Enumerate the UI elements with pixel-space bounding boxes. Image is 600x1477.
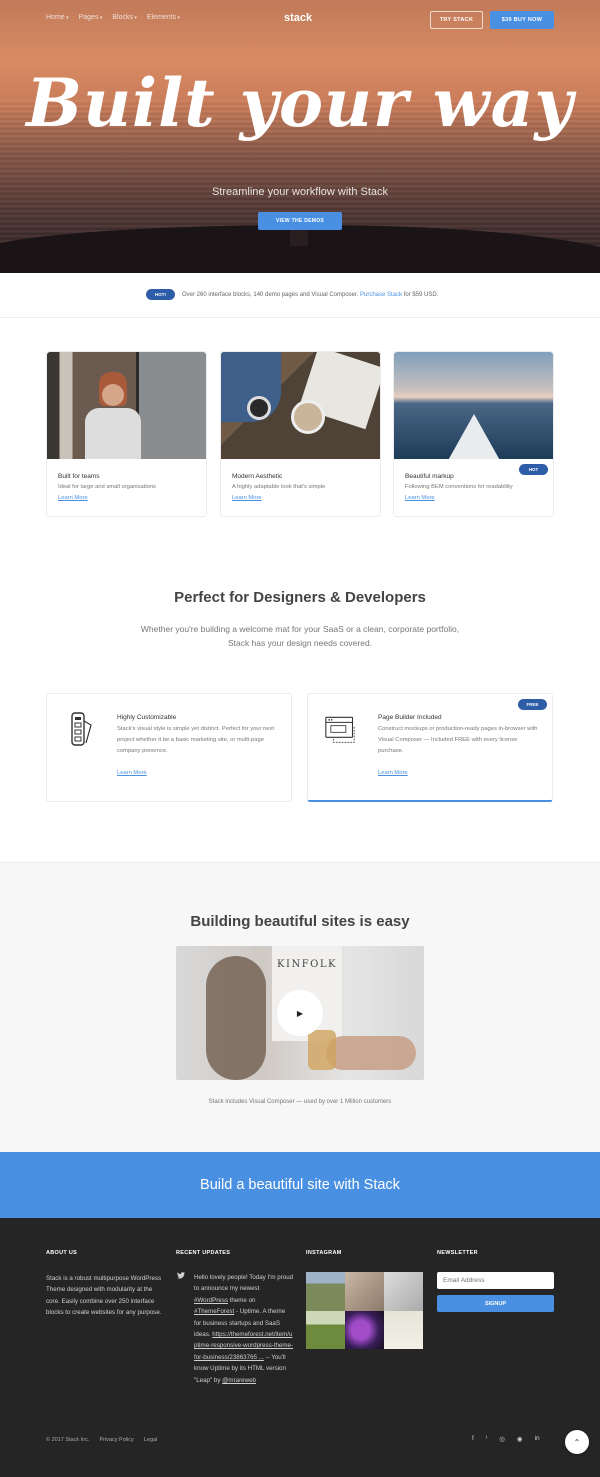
instagram-title: INSTAGRAM <box>306 1250 342 1256</box>
divider <box>0 317 600 318</box>
twitter-icon <box>177 1272 185 1279</box>
notice-bar: HOT! Over 260 interface blocks, 140 demo… <box>146 289 438 300</box>
twitter-icon[interactable]: ᵗ <box>486 1435 487 1443</box>
learn-more-link[interactable]: Learn More <box>58 495 88 501</box>
feature-desc: Construct mockups or production-ready pa… <box>378 726 538 754</box>
body-shape <box>85 408 141 459</box>
learn-more-link[interactable]: Learn More <box>405 495 435 501</box>
tweet-text-1: Hello lovely people! Today I'm proud to … <box>194 1274 294 1293</box>
notice-message: Over 260 interface blocks, 140 demo page… <box>182 291 359 298</box>
notice-text: Over 260 interface blocks, 140 demo page… <box>182 292 438 298</box>
card-image-teams <box>47 352 206 459</box>
card-desc: Ideal for large and small organisations <box>58 484 156 490</box>
video-section: Building beautiful sites is easy KINFOLK… <box>0 862 600 1152</box>
card-markup[interactable]: HOT Beautiful markup Following BEM conve… <box>393 351 554 517</box>
nav-item-blocks[interactable]: Blocks <box>112 14 137 21</box>
kayak-shape <box>446 414 502 459</box>
cta-text: Build a beautiful site with Stack <box>200 1177 400 1193</box>
hero-subtitle: Streamline your workflow with Stack <box>211 186 389 198</box>
learn-more-link[interactable]: Learn More <box>378 770 408 776</box>
video-player[interactable]: KINFOLK ▶ <box>176 946 424 1080</box>
jar-shape <box>308 1030 336 1070</box>
buy-now-button[interactable]: $39 BUY NOW <box>490 11 554 29</box>
browser-window-icon <box>325 716 355 743</box>
hero-headline: Built your way <box>26 64 574 142</box>
logo[interactable]: stack <box>284 12 312 24</box>
tweet: Hello lovely people! Today I'm proud to … <box>194 1272 294 1386</box>
instagram-grid <box>306 1272 423 1349</box>
play-icon: ▶ <box>296 1008 304 1018</box>
hot-badge: HOT! <box>146 289 175 300</box>
instagram-photo[interactable] <box>306 1272 345 1311</box>
instagram-photo[interactable] <box>306 1310 345 1349</box>
cta-banner[interactable]: Build a beautiful site with Stack <box>0 1152 600 1218</box>
main-nav: Home Pages Blocks Elements <box>46 14 180 21</box>
nav-item-home[interactable]: Home <box>46 14 69 21</box>
card-aesthetic[interactable]: Modern Aesthetic A highly adaptable look… <box>220 351 381 517</box>
nav-item-elements[interactable]: Elements <box>147 14 180 21</box>
card-title: Beautiful markup <box>405 473 454 480</box>
social-links: f ᵗ ◎ ◉ in <box>472 1435 540 1443</box>
swatch-icon <box>71 712 92 746</box>
instagram-photo[interactable] <box>345 1272 384 1311</box>
instagram-photo[interactable] <box>384 1310 423 1349</box>
mention-link[interactable]: @mrareweb <box>222 1377 256 1384</box>
learn-more-link[interactable]: Learn More <box>232 495 262 501</box>
hot-badge: HOT <box>519 464 548 475</box>
newsletter-title: NEWSLETTER <box>437 1250 478 1256</box>
feature-page-builder: FREE Page Builder Included Construct moc… <box>307 693 553 802</box>
instagram-photo[interactable] <box>345 1310 384 1349</box>
about-text: Stack is a robust multipurpose WordPress… <box>46 1275 162 1317</box>
feature-title: Page Builder Included <box>378 714 442 721</box>
hero-section: Home Pages Blocks Elements stack TRY STA… <box>0 0 600 273</box>
facebook-icon[interactable]: f <box>472 1435 474 1443</box>
card-title: Modern Aesthetic <box>232 473 283 480</box>
nav-item-pages[interactable]: Pages <box>79 14 103 21</box>
view-demos-button[interactable]: VIEW THE DEMOS <box>258 212 342 230</box>
copyright-text: © 2017 Stack Inc. <box>46 1437 90 1443</box>
learn-more-link[interactable]: Learn More <box>117 770 147 776</box>
hashtag-themeforest[interactable]: #ThemeForest <box>194 1308 234 1315</box>
card-image-markup <box>394 352 553 459</box>
hand-shape <box>326 1036 416 1070</box>
section-subtitle: Whether you're building a welcome mat fo… <box>140 624 460 648</box>
card-teams[interactable]: Built for teams Ideal for large and smal… <box>46 351 207 517</box>
footer: ABOUT US Stack is a robust multipurpose … <box>0 1218 600 1477</box>
notice-suffix: for $59 USD. <box>403 291 439 298</box>
linkedin-icon[interactable]: in <box>535 1435 540 1443</box>
try-stack-button[interactable]: TRY STACK <box>430 11 483 29</box>
feature-desc: Stack's visual style is simple yet disti… <box>117 726 275 754</box>
card-image-aesthetic <box>221 352 380 459</box>
magazine-title: KINFOLK <box>277 959 337 970</box>
tweet-text-2: theme on <box>229 1296 256 1304</box>
section-title: Perfect for Designers & Developers <box>174 589 426 606</box>
tattoo-arm-shape <box>206 956 266 1080</box>
chevron-up-icon: ⌃ <box>573 1437 581 1447</box>
instagram-icon[interactable]: ◎ <box>499 1435 505 1443</box>
card-desc: Following BEM conventions for readabilit… <box>405 484 513 490</box>
footer-legal: © 2017 Stack Inc. Privacy Policy Legal <box>46 1437 157 1443</box>
email-field[interactable] <box>437 1272 554 1289</box>
play-button[interactable]: ▶ <box>277 990 323 1036</box>
legal-link[interactable]: Legal <box>144 1437 157 1443</box>
video-caption: Stack includes Visual Composer — used by… <box>208 1099 392 1105</box>
signup-button[interactable]: SIGNUP <box>437 1295 554 1312</box>
feature-title: Highly Customizable <box>117 714 177 721</box>
feature-customizable: Highly Customizable Stack's visual style… <box>46 693 292 802</box>
card-title: Built for teams <box>58 473 100 480</box>
back-to-top-button[interactable]: ⌃ <box>565 1430 589 1454</box>
privacy-link[interactable]: Privacy Policy <box>100 1437 134 1443</box>
section-title: Building beautiful sites is easy <box>190 913 410 930</box>
dribbble-icon[interactable]: ◉ <box>517 1435 523 1443</box>
instagram-photo[interactable] <box>384 1272 423 1311</box>
hashtag-wordpress[interactable]: #WordPress <box>194 1297 228 1304</box>
card-desc: A highly adaptable look that's simple <box>232 484 326 490</box>
updates-title: RECENT UPDATES <box>176 1250 231 1256</box>
free-badge: FREE <box>518 699 547 710</box>
bowl-shape <box>291 400 325 434</box>
purchase-link[interactable]: Purchase Stack <box>360 292 402 298</box>
face-shape <box>102 384 124 406</box>
cup-shape <box>247 396 271 420</box>
about-title: ABOUT US <box>46 1250 78 1256</box>
